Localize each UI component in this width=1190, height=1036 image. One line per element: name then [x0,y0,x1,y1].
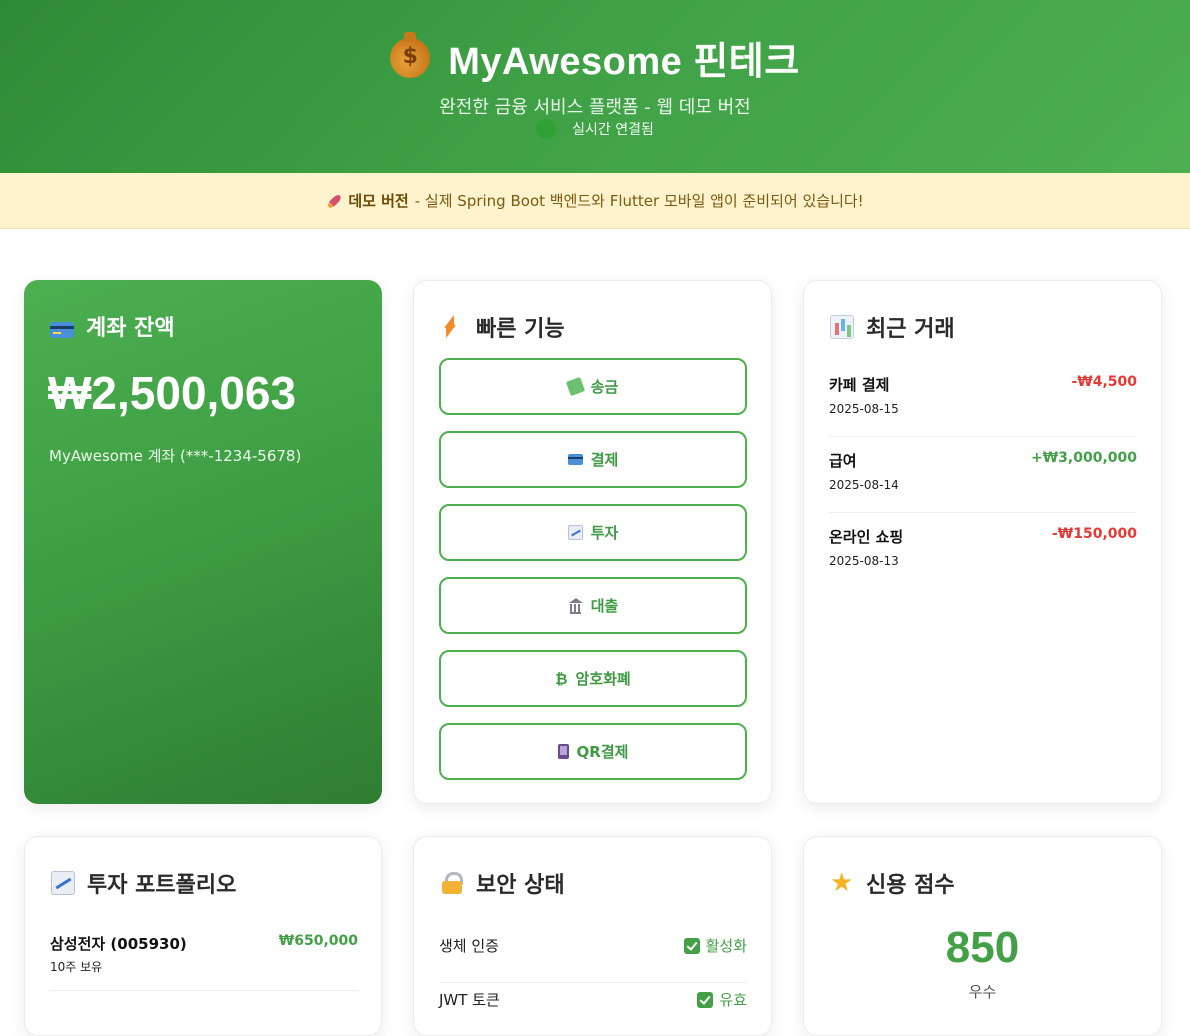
portfolio-card-title: 투자 포트폴리오 [51,867,236,899]
transaction-row[interactable]: 급여 2025-08-14 +₩3,000,000 [829,437,1137,513]
lightning-icon [440,315,464,339]
connection-status: 실시간 연결됨 [0,119,1190,139]
credit-title-label: 신용 점수 [866,873,955,898]
transaction-amount: +₩3,000,000 [1031,450,1137,466]
mobile-phone-icon [557,744,569,759]
title-row: MyAwesome 핀테크 [0,30,1190,85]
rocket-icon [323,189,346,212]
crypto-button-label: 암호화폐 [575,670,631,688]
credit-card-icon [567,454,583,465]
qr-payment-button[interactable]: QR결제 [439,723,747,780]
invest-button-label: 투자 [590,524,619,542]
bar-chart-icon [830,315,854,339]
transaction-date: 2025-08-14 [829,478,899,492]
balance-card-title: 계좌 잔액 [50,310,175,342]
account-name: MyAwesome 계좌 (***-1234-5678) [49,447,302,465]
star-icon: ★ [830,868,854,898]
lock-icon [440,871,464,895]
transaction-name: 카페 결제 [829,376,890,394]
app-header: MyAwesome 핀테크 완전한 금융 서비스 플랫폼 - 웹 데모 버전 실… [0,0,1190,173]
invest-button[interactable]: 투자 [439,504,747,561]
transaction-amount: -₩4,500 [1071,374,1137,390]
connection-status-label: 실시간 연결됨 [572,122,654,138]
demo-banner: 데모 버전 - 실제 Spring Boot 백엔드와 Flutter 모바일 … [0,173,1190,229]
bank-icon [568,598,583,614]
balance-title-label: 계좌 잔액 [86,316,175,341]
crypto-button[interactable]: ₿ 암호화폐 [439,650,747,707]
quick-functions-card: 빠른 기능 송금 결제 투자 대출 ₿ 암호화폐 QR결제 [413,280,772,804]
portfolio-card: 투자 포트폴리오 삼성전자 (005930) 10주 보유 ₩650,000 [24,836,382,1036]
transactions-title-label: 최근 거래 [866,317,955,342]
stock-value: ₩650,000 [278,933,358,949]
security-label: 생체 인증 [439,937,499,955]
stock-holding: 10주 보유 [50,960,103,974]
balance-card: 계좌 잔액 ₩2,500,063 MyAwesome 계좌 (***-1234-… [24,280,382,804]
transaction-amount: -₩150,000 [1051,526,1137,542]
credit-card-icon [50,322,74,338]
quick-card-title: 빠른 기능 [440,311,565,343]
qr-payment-button-label: QR결제 [576,743,629,761]
balance-amount: ₩2,500,063 [48,367,297,419]
transactions-card-title: 최근 거래 [830,311,955,343]
portfolio-row[interactable]: 삼성전자 (005930) 10주 보유 ₩650,000 [50,927,358,991]
security-title-label: 보안 상태 [476,873,565,898]
check-mark-icon [683,937,700,954]
demo-banner-text: - 실제 Spring Boot 백엔드와 Flutter 모바일 앱이 준비되… [414,192,864,210]
credit-card-title: ★ 신용 점수 [830,867,955,899]
security-card-title: 보안 상태 [440,867,565,899]
credit-score-value: 850 [945,923,1020,972]
credit-grade: 우수 [968,983,997,1001]
transaction-row[interactable]: 카페 결제 2025-08-15 -₩4,500 [829,361,1137,437]
transaction-row[interactable]: 온라인 쇼핑 2025-08-13 -₩150,000 [829,513,1137,589]
transfer-button[interactable]: 송금 [439,358,747,415]
transaction-date: 2025-08-15 [829,402,899,416]
transfer-button-label: 송금 [590,378,619,396]
stock-name: 삼성전자 (005930) [50,935,187,953]
app-subtitle: 완전한 금융 서비스 플랫폼 - 웹 데모 버전 [439,97,751,118]
bitcoin-icon: ₿ [555,669,568,688]
payment-button[interactable]: 결제 [439,431,747,488]
demo-banner-bold: 데모 버전 [348,192,409,210]
chart-increasing-icon [51,871,75,895]
transaction-date: 2025-08-13 [829,554,899,568]
payment-button-label: 결제 [590,451,619,469]
chart-increasing-icon [567,525,583,540]
money-bag-icon [390,31,431,78]
recent-transactions-card: 최근 거래 카페 결제 2025-08-15 -₩4,500 급여 2025-0… [803,280,1162,804]
loan-button[interactable]: 대출 [439,577,747,634]
security-status-label: 활성화 [705,937,747,955]
security-row: JWT 토큰 유효 [439,983,747,1035]
security-status: 활성화 [683,935,747,956]
transaction-name: 온라인 쇼핑 [829,528,904,546]
transaction-name: 급여 [829,452,857,470]
quick-title-label: 빠른 기능 [476,317,565,342]
status-dot-icon [536,119,557,139]
security-row: 생체 인증 활성화 [439,929,747,983]
app-title: MyAwesome 핀테크 [448,41,800,83]
portfolio-title-label: 투자 포트폴리오 [87,873,237,898]
credit-score-card: ★ 신용 점수 850 우수 [803,836,1162,1036]
money-with-wings-icon [565,376,585,397]
security-card: 보안 상태 생체 인증 활성화 JWT 토큰 유효 [413,836,772,1036]
loan-button-label: 대출 [590,597,619,615]
